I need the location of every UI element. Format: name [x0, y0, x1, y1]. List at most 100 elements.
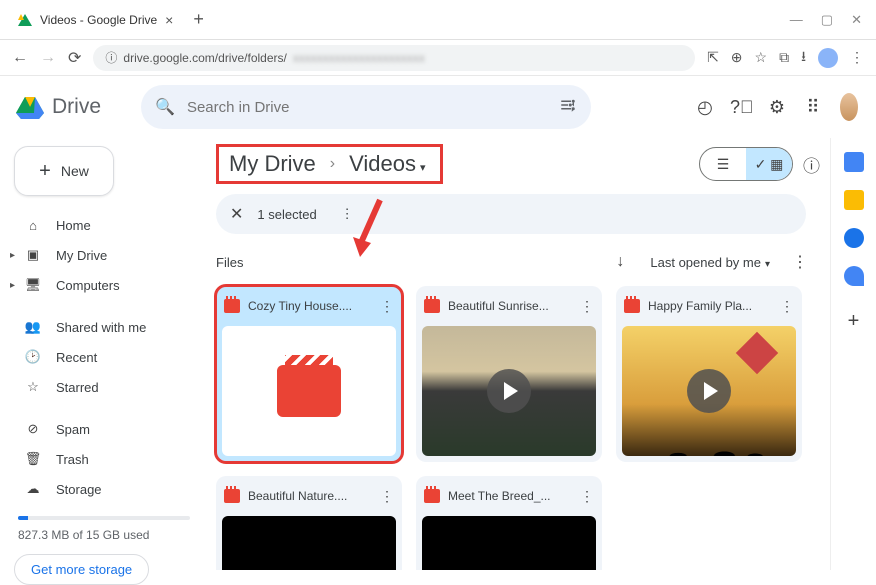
bookmark-icon[interactable]: ☆ — [755, 49, 768, 66]
video-file-icon — [224, 299, 240, 313]
recent-icon: 🕑 — [24, 349, 42, 365]
help-icon[interactable]: ?⃝ — [730, 97, 752, 118]
side-panel: + — [830, 138, 876, 570]
calendar-icon[interactable] — [844, 152, 864, 172]
sidebar-item-computers[interactable]: 🖥Computers — [14, 270, 194, 300]
file-card[interactable]: Meet The Breed_... ⋮ — [416, 476, 602, 570]
breadcrumb-root[interactable]: My Drive — [229, 151, 316, 177]
files-grid: Cozy Tiny House....⋮ Beautiful Sunrise..… — [216, 286, 820, 570]
sidebar-item-storage[interactable]: ☁Storage — [14, 474, 194, 504]
zoom-icon[interactable]: ⊕ — [731, 49, 743, 66]
sort-by-button[interactable]: Last opened by me▾ — [650, 255, 770, 270]
list-view-button[interactable]: ☰ — [700, 148, 746, 180]
sidebar-item-trash[interactable]: 🗑Trash — [14, 444, 194, 474]
file-thumbnail — [222, 516, 396, 570]
sidebar-item-recent[interactable]: 🕑Recent — [14, 342, 194, 372]
caret-down-icon: ▾ — [765, 259, 770, 270]
storage-usage-text: 827.3 MB of 15 GB used — [18, 528, 194, 542]
selection-menu-icon[interactable]: ⋮ — [341, 206, 354, 222]
profile-avatar-icon[interactable] — [818, 48, 838, 68]
files-options-icon[interactable]: ⋮ — [792, 252, 808, 272]
sidebar-item-starred[interactable]: ☆Starred — [14, 372, 194, 402]
window-maximize-icon[interactable]: ▢ — [821, 12, 833, 28]
search-input[interactable] — [187, 99, 547, 116]
video-file-icon — [424, 489, 440, 503]
sort-direction-icon[interactable]: ↓ — [616, 253, 624, 271]
cloud-icon: ☁ — [24, 481, 42, 497]
tasks-icon[interactable] — [844, 228, 864, 248]
file-thumbnail — [422, 326, 596, 456]
video-file-icon — [624, 299, 640, 313]
get-addons-icon[interactable]: + — [848, 310, 860, 333]
breadcrumb-current[interactable]: Videos▾ — [349, 151, 425, 177]
reload-icon[interactable]: ⟳ — [68, 48, 81, 68]
new-button-label: New — [61, 163, 89, 179]
trash-icon: 🗑 — [24, 451, 42, 467]
video-placeholder-icon — [277, 365, 341, 417]
drive-logo-text: Drive — [52, 95, 101, 119]
file-menu-icon[interactable]: ⋮ — [380, 488, 394, 505]
star-icon: ☆ — [24, 379, 42, 395]
downloads-icon[interactable]: ⭳ — [801, 46, 806, 70]
address-bar: ← → ⟳ ⓘ drive.google.com/drive/folders/ … — [0, 40, 876, 76]
files-section-title: Files — [216, 255, 243, 270]
extensions-icon[interactable]: ⧉ — [779, 49, 789, 66]
sidebar: + New ⌂Home ▣My Drive 🖥Computers 👥Shared… — [0, 138, 210, 570]
drive-logo-icon — [16, 95, 44, 119]
apps-grid-icon[interactable]: ⠿ — [802, 97, 824, 118]
search-options-icon[interactable] — [559, 96, 577, 119]
url-field[interactable]: ⓘ drive.google.com/drive/folders/ xxxxxx… — [93, 45, 695, 71]
site-info-icon[interactable]: ⓘ — [105, 49, 117, 66]
mydrive-icon: ▣ — [24, 247, 42, 263]
search-icon: 🔍 — [155, 97, 175, 117]
view-toggle: ☰ ✓ ▦ — [699, 147, 793, 181]
sidebar-item-spam[interactable]: ⊘Spam — [14, 414, 194, 444]
file-card[interactable]: Beautiful Sunrise... ⋮ — [416, 286, 602, 462]
file-name: Beautiful Sunrise... — [448, 299, 572, 313]
spam-icon: ⊘ — [24, 421, 42, 437]
file-menu-icon[interactable]: ⋮ — [580, 298, 594, 315]
back-icon[interactable]: ← — [12, 49, 28, 67]
window-close-icon[interactable]: ✕ — [851, 12, 862, 28]
sidebar-item-home[interactable]: ⌂Home — [14, 210, 194, 240]
content-area: My Drive › Videos▾ ☰ ✓ ▦ ⓘ ✕ 1 selected … — [210, 138, 830, 570]
forward-icon[interactable]: → — [40, 49, 56, 67]
details-icon[interactable]: ⓘ — [803, 152, 820, 177]
drive-logo[interactable]: Drive — [16, 95, 101, 119]
plus-icon: + — [39, 160, 51, 183]
file-menu-icon[interactable]: ⋮ — [580, 488, 594, 505]
grid-view-button[interactable]: ✓ ▦ — [746, 148, 792, 180]
keep-icon[interactable] — [844, 190, 864, 210]
file-name: Meet The Breed_... — [448, 489, 572, 503]
close-tab-icon[interactable]: × — [165, 12, 173, 28]
new-tab-button[interactable]: + — [193, 9, 204, 30]
file-menu-icon[interactable]: ⋮ — [780, 298, 794, 315]
file-card[interactable]: Happy Family Pla... ⋮ — [616, 286, 802, 462]
app-header: Drive 🔍 ◴ ?⃝ ⚙ ⠿ — [0, 76, 876, 138]
install-app-icon[interactable]: ⇱ — [707, 49, 719, 66]
play-icon — [687, 369, 731, 413]
new-button[interactable]: + New — [14, 146, 114, 196]
file-card[interactable]: Beautiful Nature....⋮ — [216, 476, 402, 570]
offline-ready-icon[interactable]: ◴ — [694, 97, 716, 118]
play-icon — [487, 369, 531, 413]
window-minimize-icon[interactable]: — — [790, 12, 803, 28]
contacts-icon[interactable] — [844, 266, 864, 286]
search-box[interactable]: 🔍 — [141, 85, 591, 129]
settings-icon[interactable]: ⚙ — [766, 97, 788, 118]
browser-tab[interactable]: Videos - Google Drive × — [6, 3, 185, 37]
selection-count: 1 selected — [257, 207, 316, 222]
file-thumbnail — [422, 516, 596, 570]
sidebar-item-mydrive[interactable]: ▣My Drive — [14, 240, 194, 270]
file-name: Happy Family Pla... — [648, 299, 772, 313]
selection-bar: ✕ 1 selected ⋮ — [216, 194, 806, 234]
home-icon: ⌂ — [24, 218, 42, 233]
file-card[interactable]: Cozy Tiny House....⋮ — [216, 286, 402, 462]
file-menu-icon[interactable]: ⋮ — [380, 298, 394, 315]
sidebar-item-shared[interactable]: 👥Shared with me — [14, 312, 194, 342]
account-avatar[interactable] — [838, 91, 860, 123]
browser-menu-icon[interactable]: ⋮ — [850, 49, 864, 66]
storage-meter — [18, 516, 190, 520]
clear-selection-icon[interactable]: ✕ — [230, 204, 243, 224]
chevron-right-icon: › — [330, 155, 335, 173]
